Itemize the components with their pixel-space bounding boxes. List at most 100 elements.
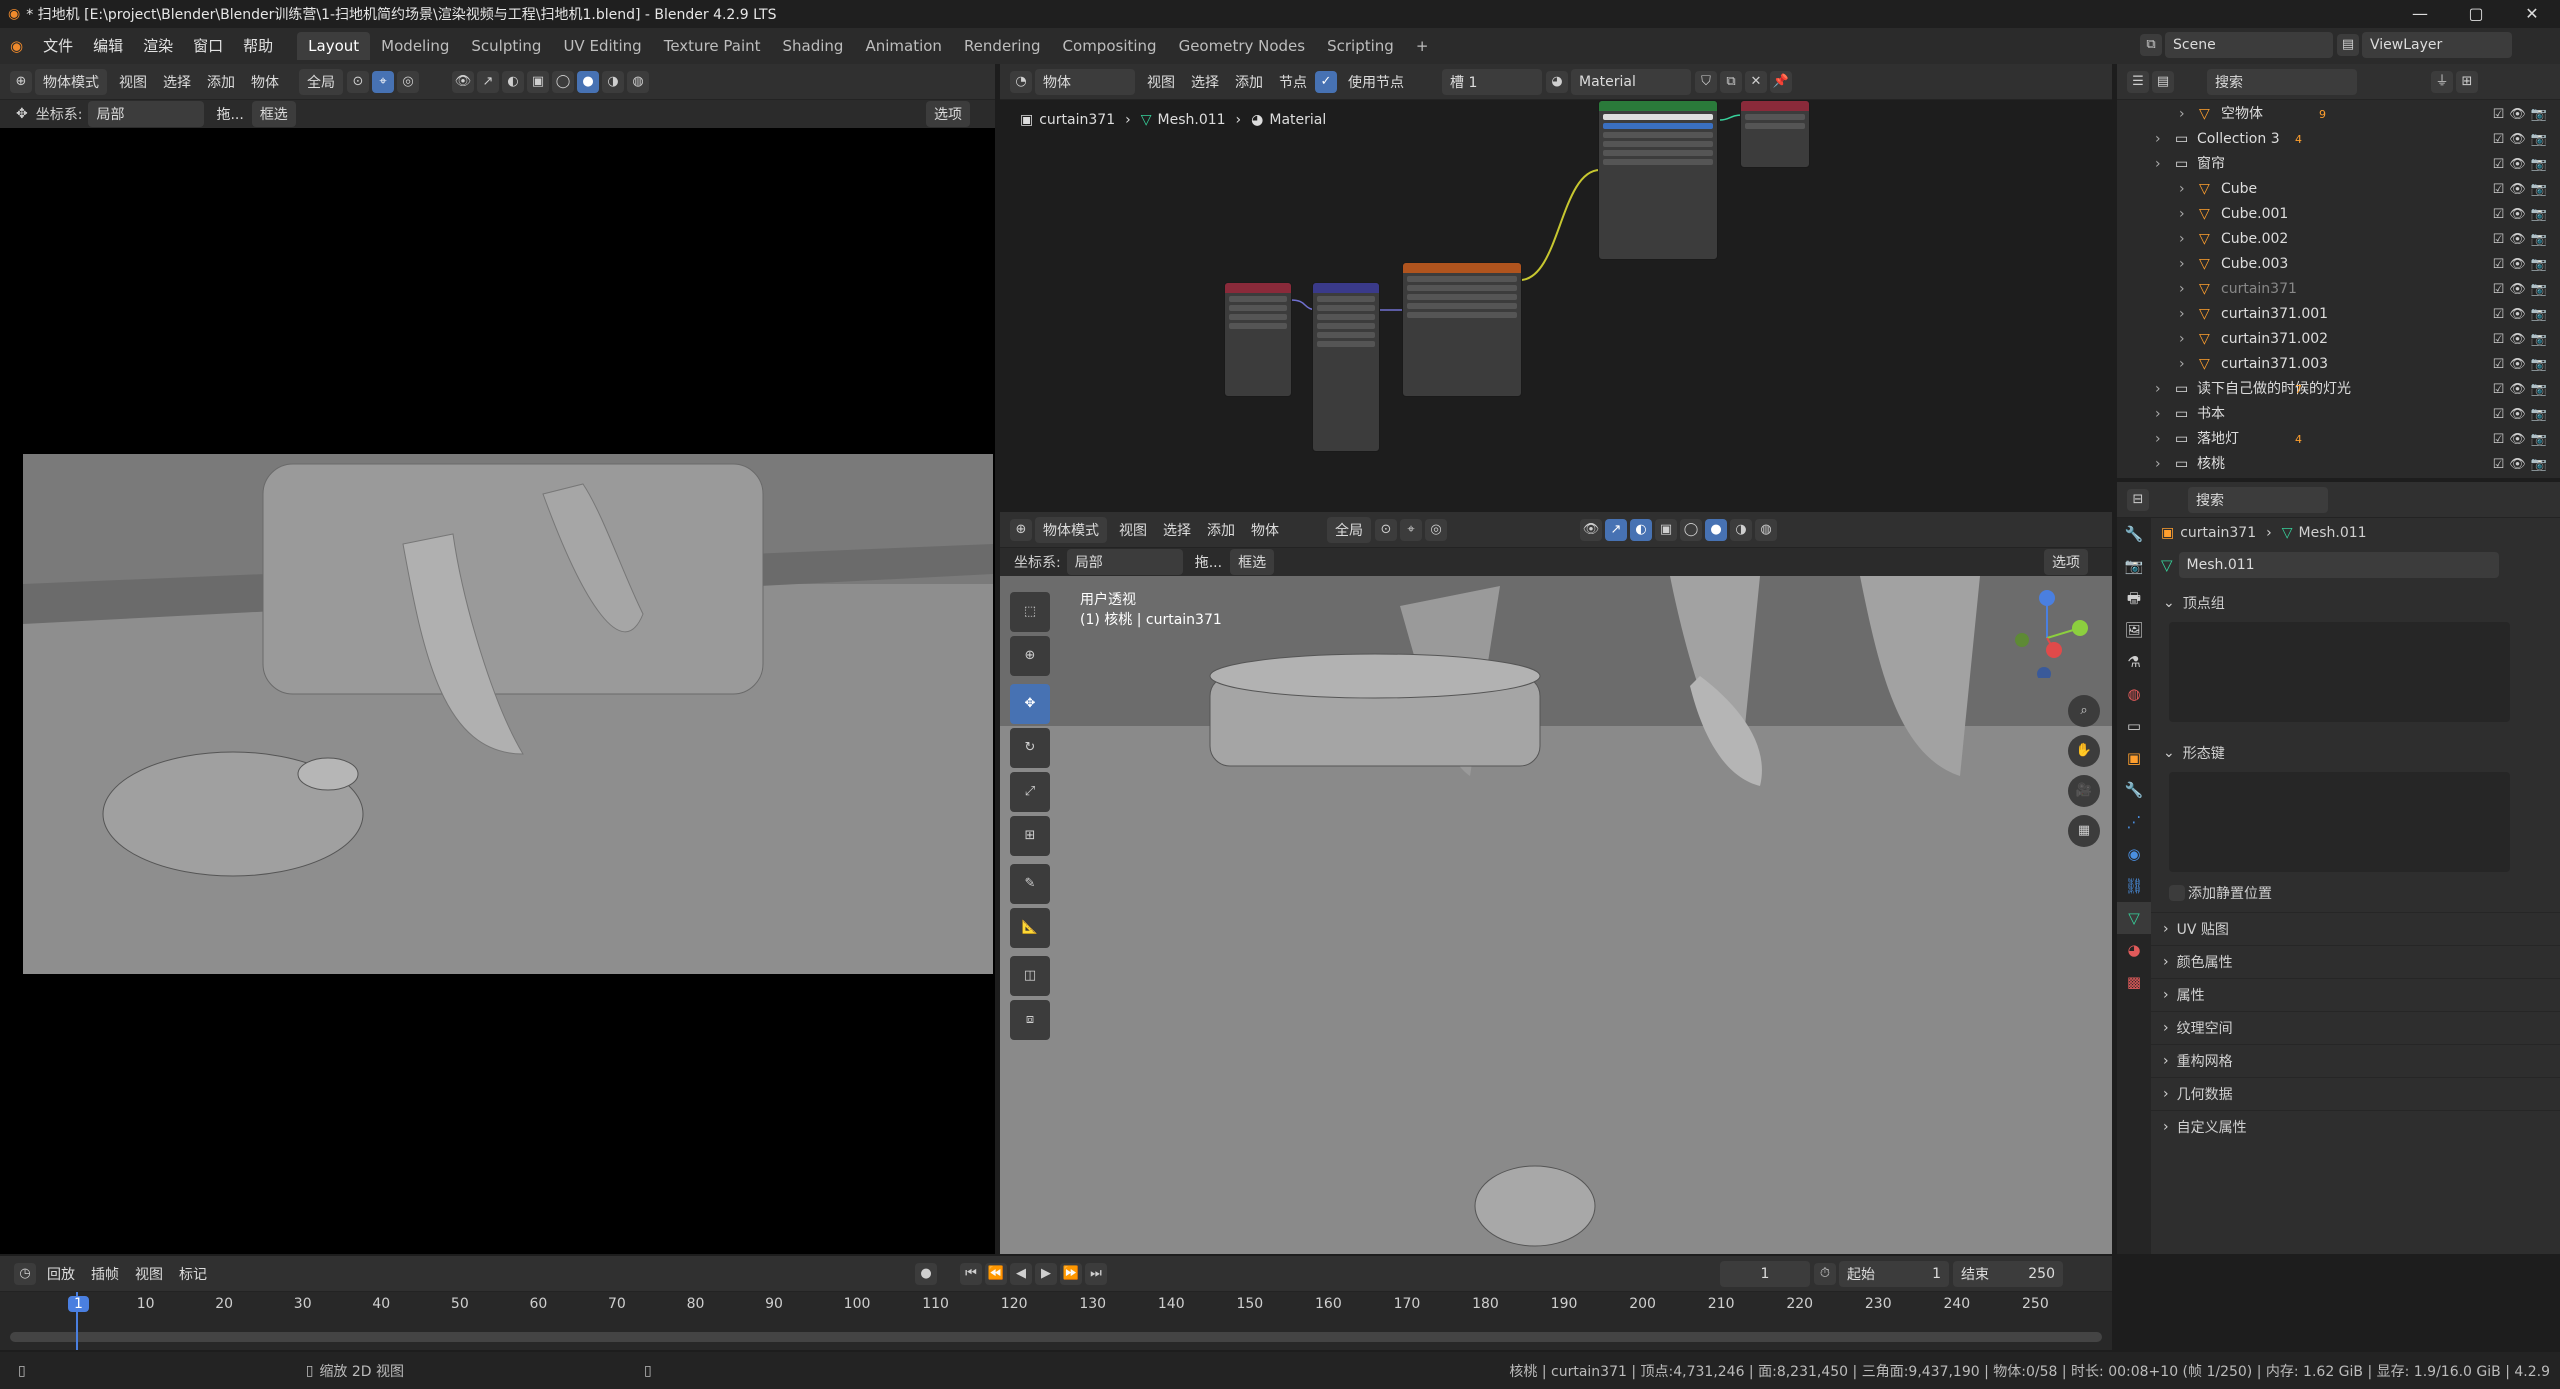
outliner-row[interactable]: › ▽ Cube.003 ☑👁📷: [2117, 252, 2560, 277]
menu-help[interactable]: 帮助: [233, 28, 283, 64]
scale-tool-icon[interactable]: ⤢: [1010, 772, 1050, 812]
property-section-header[interactable]: › 自定义属性: [2151, 1110, 2560, 1143]
property-section-header[interactable]: › 属性: [2151, 978, 2560, 1011]
main-xray-icon[interactable]: ▣: [1655, 518, 1677, 541]
main-solid-icon[interactable]: ●: [1705, 518, 1727, 541]
main-wireframe-icon[interactable]: ◯: [1680, 518, 1702, 541]
visibility-icon[interactable]: 👁: [452, 70, 474, 93]
object-tab-icon[interactable]: ▣: [2117, 742, 2151, 774]
main-rendered-icon[interactable]: ◍: [1755, 518, 1777, 541]
timeline-type-icon[interactable]: ◷: [14, 1262, 36, 1285]
main-coord-dropdown[interactable]: 局部: [1066, 549, 1183, 575]
expand-chevron-icon[interactable]: ›: [2179, 277, 2185, 302]
tab-shading[interactable]: Shading: [772, 32, 855, 60]
gizmo-icon[interactable]: ↗: [477, 70, 499, 93]
node-mapping[interactable]: [1312, 282, 1380, 452]
node-mode-dropdown[interactable]: 物体: [1035, 68, 1135, 95]
expand-chevron-icon[interactable]: ›: [2179, 302, 2185, 327]
left-menu-select[interactable]: 选择: [155, 69, 199, 95]
outliner-row[interactable]: › ▽ Cube.001 ☑👁📷: [2117, 202, 2560, 227]
add-cube-tool-icon[interactable]: ◫: [1010, 956, 1050, 996]
visibility-toggles-icon[interactable]: ☑👁📷: [2493, 302, 2552, 327]
texture-tab-icon[interactable]: ▩: [2117, 966, 2151, 998]
expand-chevron-icon[interactable]: ›: [2179, 177, 2185, 202]
main-menu-object[interactable]: 物体: [1243, 517, 1287, 543]
node-principled-bsdf[interactable]: [1598, 100, 1718, 260]
ortho-grid-icon[interactable]: ▦: [2068, 815, 2100, 847]
expand-chevron-icon[interactable]: ›: [2179, 102, 2185, 127]
main-options-button[interactable]: 选项: [2044, 549, 2088, 575]
outliner-type-icon[interactable]: ☰: [2127, 70, 2149, 93]
node-texture-coordinate[interactable]: [1224, 282, 1292, 397]
xray-icon[interactable]: ▣: [527, 70, 549, 93]
visibility-toggles-icon[interactable]: ☑👁📷: [2493, 227, 2552, 252]
visibility-toggles-icon[interactable]: ☑👁📷: [2493, 352, 2552, 377]
render-tab-icon[interactable]: 📷: [2117, 550, 2151, 582]
visibility-toggles-icon[interactable]: ☑👁📷: [2493, 202, 2552, 227]
slot-dropdown[interactable]: 槽 1: [1442, 68, 1542, 95]
node-image-texture[interactable]: [1402, 262, 1522, 397]
main-editor-type-icon[interactable]: ⊕: [1010, 518, 1032, 541]
world-tab-icon[interactable]: ◍: [2117, 678, 2151, 710]
expand-chevron-icon[interactable]: ›: [2179, 252, 2185, 277]
timeline-menu-view[interactable]: 视图: [127, 1261, 171, 1287]
zoom-icon[interactable]: ⌕: [2068, 695, 2100, 727]
add-workspace-button[interactable]: +: [1405, 32, 1440, 60]
play-reverse-icon[interactable]: ◀: [1010, 1262, 1032, 1285]
left-options-button[interactable]: 选项: [926, 101, 970, 127]
tab-compositing[interactable]: Compositing: [1052, 32, 1168, 60]
physics-tab-icon[interactable]: ◉: [2117, 838, 2151, 870]
new-collection-icon[interactable]: ⊞: [2456, 70, 2478, 93]
tool-tab-icon[interactable]: 🔧: [2117, 518, 2151, 550]
main-select-dropdown[interactable]: 框选: [1230, 549, 1275, 575]
editor-type-icon[interactable]: ⊕: [10, 70, 32, 93]
outliner-row[interactable]: › ▽ curtain371.002 ☑👁📷: [2117, 327, 2560, 352]
material-name-field[interactable]: Material: [1571, 68, 1691, 95]
measure-tool-icon[interactable]: 📐: [1010, 908, 1050, 948]
pin-icon[interactable]: 📌: [1770, 70, 1792, 93]
outliner-row[interactable]: › ▽ 椭圆网0.11 ☑👁📷: [2117, 477, 2560, 478]
record-icon[interactable]: ●: [915, 1262, 937, 1285]
snap-icon[interactable]: ⌖: [372, 70, 394, 93]
proportional-icon[interactable]: ◎: [397, 70, 419, 93]
outliner-row[interactable]: › ▭ 书本 ☑👁📷: [2117, 402, 2560, 427]
jump-start-icon[interactable]: ⏮: [960, 1262, 982, 1285]
visibility-toggles-icon[interactable]: ☑👁📷: [2493, 427, 2552, 452]
output-tab-icon[interactable]: 🖶: [2117, 582, 2151, 614]
outliner-row[interactable]: › ▽ curtain371.003 ☑👁📷: [2117, 352, 2560, 377]
tab-modeling[interactable]: Modeling: [370, 32, 460, 60]
use-nodes-checkbox[interactable]: ✓: [1315, 70, 1337, 93]
expand-chevron-icon[interactable]: ›: [2179, 327, 2185, 352]
left-select-dropdown[interactable]: 框选: [251, 101, 296, 127]
left-mode-dropdown[interactable]: 物体模式: [35, 68, 107, 95]
menu-render[interactable]: 渲染: [133, 28, 183, 64]
visibility-toggles-icon[interactable]: ☑👁📷: [2493, 477, 2552, 478]
menu-file[interactable]: 文件: [33, 28, 83, 64]
solid-shading-icon[interactable]: ●: [577, 70, 599, 93]
main-overlay-icon[interactable]: ◐: [1630, 518, 1652, 541]
expand-chevron-icon[interactable]: ›: [2155, 127, 2161, 152]
main-pivot-icon[interactable]: ⊙: [1375, 518, 1397, 541]
properties-search[interactable]: 搜索: [2188, 486, 2328, 513]
start-frame-field[interactable]: 起始 1: [1839, 1260, 1949, 1287]
left-drag-dropdown[interactable]: 拖...: [208, 101, 251, 127]
rendered-shading-icon[interactable]: ◍: [627, 70, 649, 93]
annotate-tool-icon[interactable]: ✎: [1010, 864, 1050, 904]
add-rest-checkbox[interactable]: [2169, 885, 2185, 901]
particles-tab-icon[interactable]: ⋰: [2117, 806, 2151, 838]
main-proportional-icon[interactable]: ◎: [1425, 518, 1447, 541]
property-section-header[interactable]: › 几何数据: [2151, 1077, 2560, 1110]
overlay-icon[interactable]: ◐: [502, 70, 524, 93]
minimize-button[interactable]: —: [2392, 0, 2448, 28]
fake-user-icon[interactable]: ⛉: [1695, 70, 1717, 93]
play-icon[interactable]: ▶: [1035, 1262, 1057, 1285]
node-editor-type-icon[interactable]: ◔: [1010, 70, 1032, 93]
end-frame-field[interactable]: 结束 250: [1953, 1260, 2063, 1287]
transform-tool-icon[interactable]: ⊞: [1010, 816, 1050, 856]
stopwatch-icon[interactable]: ⏱: [1814, 1262, 1836, 1285]
visibility-toggles-icon[interactable]: ☑👁📷: [2493, 177, 2552, 202]
node-menu-select[interactable]: 选择: [1183, 69, 1227, 95]
main-menu-add[interactable]: 添加: [1199, 517, 1243, 543]
property-section-header[interactable]: › 重构网格: [2151, 1044, 2560, 1077]
modifier-tab-icon[interactable]: 🔧: [2117, 774, 2151, 806]
